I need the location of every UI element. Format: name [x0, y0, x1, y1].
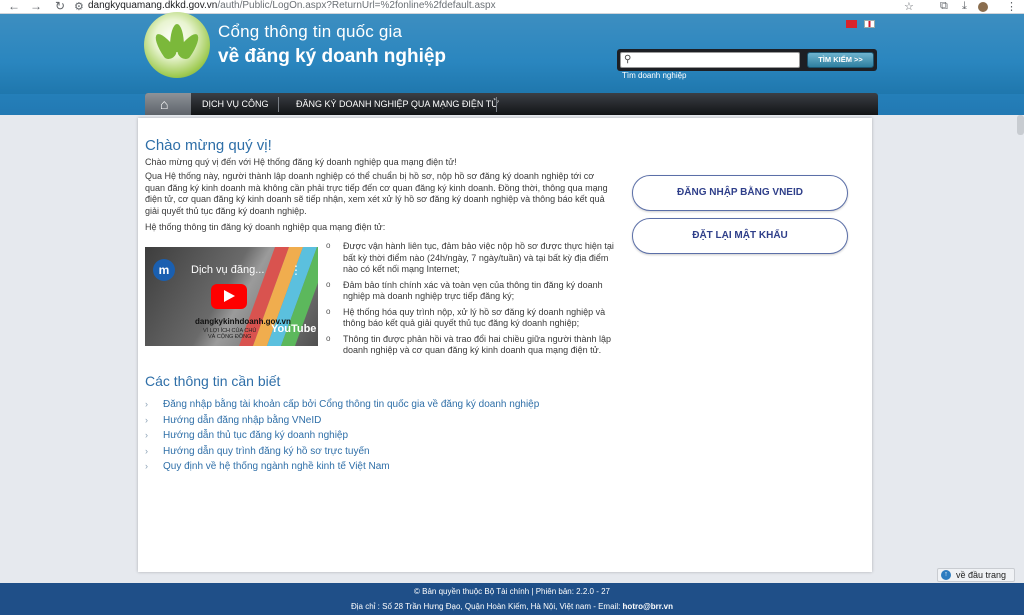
arrow-up-icon: ↑ [941, 570, 951, 580]
menu-divider [278, 97, 279, 112]
channel-avatar[interactable]: m [153, 259, 175, 281]
back-to-top-label: về đầu trang [956, 570, 1007, 580]
search-hint: Tìm doanh nghiệp [622, 71, 687, 80]
forward-icon[interactable]: → [30, 0, 42, 13]
menu-item-online-registration[interactable]: ĐĂNG KÝ DOANH NGHIỆP QUA MẠNG ĐIỆN TỬ [296, 99, 499, 109]
site-title-line2: về đăng ký doanh nghiệp [218, 46, 447, 67]
menu-item-public-services[interactable]: DỊCH VỤ CÔNG [202, 99, 269, 109]
system-features-heading: Hệ thống thông tin đăng ký doanh nghiệp … [145, 222, 386, 232]
url-path: /auth/Public/LogOn.aspx?ReturnUrl=%2fonl… [217, 0, 496, 11]
link-online-process[interactable]: Hướng dẫn quy trình đăng ký hồ sơ trực t… [145, 444, 539, 460]
feature-list: Được vận hành liên tục, đảm bảo việc nộp… [326, 240, 616, 361]
copyright-text: © Bản quyền thuộc Bộ Tài chính | Phiên b… [414, 587, 610, 596]
back-to-top-button[interactable]: ↑ về đầu trang [937, 568, 1015, 582]
language-switcher [846, 15, 878, 33]
vietnam-flag-icon[interactable] [846, 20, 857, 28]
reset-password-button[interactable]: ĐẶT LẠI MẬT KHẨU [632, 218, 848, 254]
browser-toolbar: ← → ↻ ⚙ dangkyquamang.dkkd.gov.vn/auth/P… [0, 0, 1024, 14]
video-title[interactable]: Dịch vụ đăng... [191, 264, 264, 276]
site-info-icon[interactable]: ⚙ [74, 0, 84, 13]
reload-icon[interactable]: ↻ [55, 0, 65, 13]
back-icon[interactable]: ← [8, 0, 20, 13]
address-text: Địa chỉ : Số 28 Trần Hưng Đạo, Quận Hoàn… [0, 602, 1024, 611]
menu-divider [496, 97, 497, 112]
video-player[interactable]: m Dịch vụ đăng... ⋮ dangkykinhdoanh.gov.… [145, 247, 318, 346]
uk-flag-icon[interactable] [864, 20, 876, 28]
home-button[interactable]: ⌂ [145, 93, 191, 115]
home-icon: ⌂ [160, 96, 169, 112]
feature-item: Được vận hành liên tục, đảm bảo việc nộp… [326, 240, 616, 276]
search-input[interactable] [620, 52, 800, 68]
bookmark-star-icon[interactable]: ☆ [904, 0, 914, 13]
welcome-title: Chào mừng quý vị! [145, 137, 272, 154]
support-email[interactable]: hotro@brr.vn [623, 602, 673, 611]
address-prefix: Địa chỉ : Số 28 Trần Hưng Đạo, Quận Hoàn… [350, 602, 621, 611]
video-tagline-line2: VÀ CỘNG ĐỒNG [207, 334, 252, 340]
feature-item: Thông tin được phản hồi và trao đổi hai … [326, 333, 616, 357]
info-links: Đăng nhập bằng tài khoản cấp bởi Cổng th… [145, 397, 539, 475]
search-button[interactable]: TÌM KIẾM >> [807, 52, 874, 68]
page-scrollbar[interactable] [1017, 115, 1024, 135]
link-procedure-guide[interactable]: Hướng dẫn thủ tục đăng ký doanh nghiệp [145, 428, 539, 444]
main-menu: ⌂ DỊCH VỤ CÔNG ĐĂNG KÝ DOANH NGHIỆP QUA … [145, 93, 878, 115]
link-portal-login[interactable]: Đăng nhập bằng tài khoản cấp bởi Cổng th… [145, 397, 539, 413]
youtube-logo[interactable]: YouTube [271, 323, 316, 335]
site-footer: © Bản quyền thuộc Bộ Tài chính | Phiên b… [0, 583, 1024, 615]
site-title-line1: Cổng thông tin quốc gia [218, 22, 403, 41]
play-button[interactable] [211, 284, 247, 309]
download-icon[interactable]: ⤓ [962, 0, 967, 13]
feature-item: Hệ thống hóa quy trình nộp, xử lý hồ sơ … [326, 306, 616, 330]
feature-item: Đảm bảo tính chính xác và toàn vẹn của t… [326, 279, 616, 303]
login-vneid-button[interactable]: ĐĂNG NHẬP BẰNG VNEID [632, 175, 848, 211]
search-icon: ⚲ [624, 54, 632, 65]
site-logo[interactable] [144, 12, 210, 78]
video-tagline: VÌ LỢI ÍCH CỦA CHỦ VÀ CỘNG ĐỒNG [203, 328, 256, 340]
link-industry-regulation[interactable]: Quy định về hệ thống ngành nghề kinh tế … [145, 459, 539, 475]
welcome-text: Chào mừng quý vị đến với Hệ thống đăng k… [145, 157, 457, 167]
intro-paragraph: Qua Hệ thống này, người thành lập doanh … [145, 171, 608, 216]
address-bar[interactable]: dangkyquamang.dkkd.gov.vn/auth/Public/Lo… [88, 0, 496, 11]
extensions-icon[interactable]: ⧉ [940, 0, 948, 13]
info-section-title: Các thông tin cần biết [145, 373, 281, 389]
video-menu-icon[interactable]: ⋮ [290, 263, 302, 277]
browser-menu-icon[interactable]: ⋮ [1006, 0, 1017, 13]
profile-avatar[interactable] [978, 2, 988, 12]
url-host: dangkyquamang.dkkd.gov.vn [88, 0, 218, 11]
link-vneid-guide[interactable]: Hướng dẫn đăng nhập bằng VNeID [145, 413, 539, 429]
